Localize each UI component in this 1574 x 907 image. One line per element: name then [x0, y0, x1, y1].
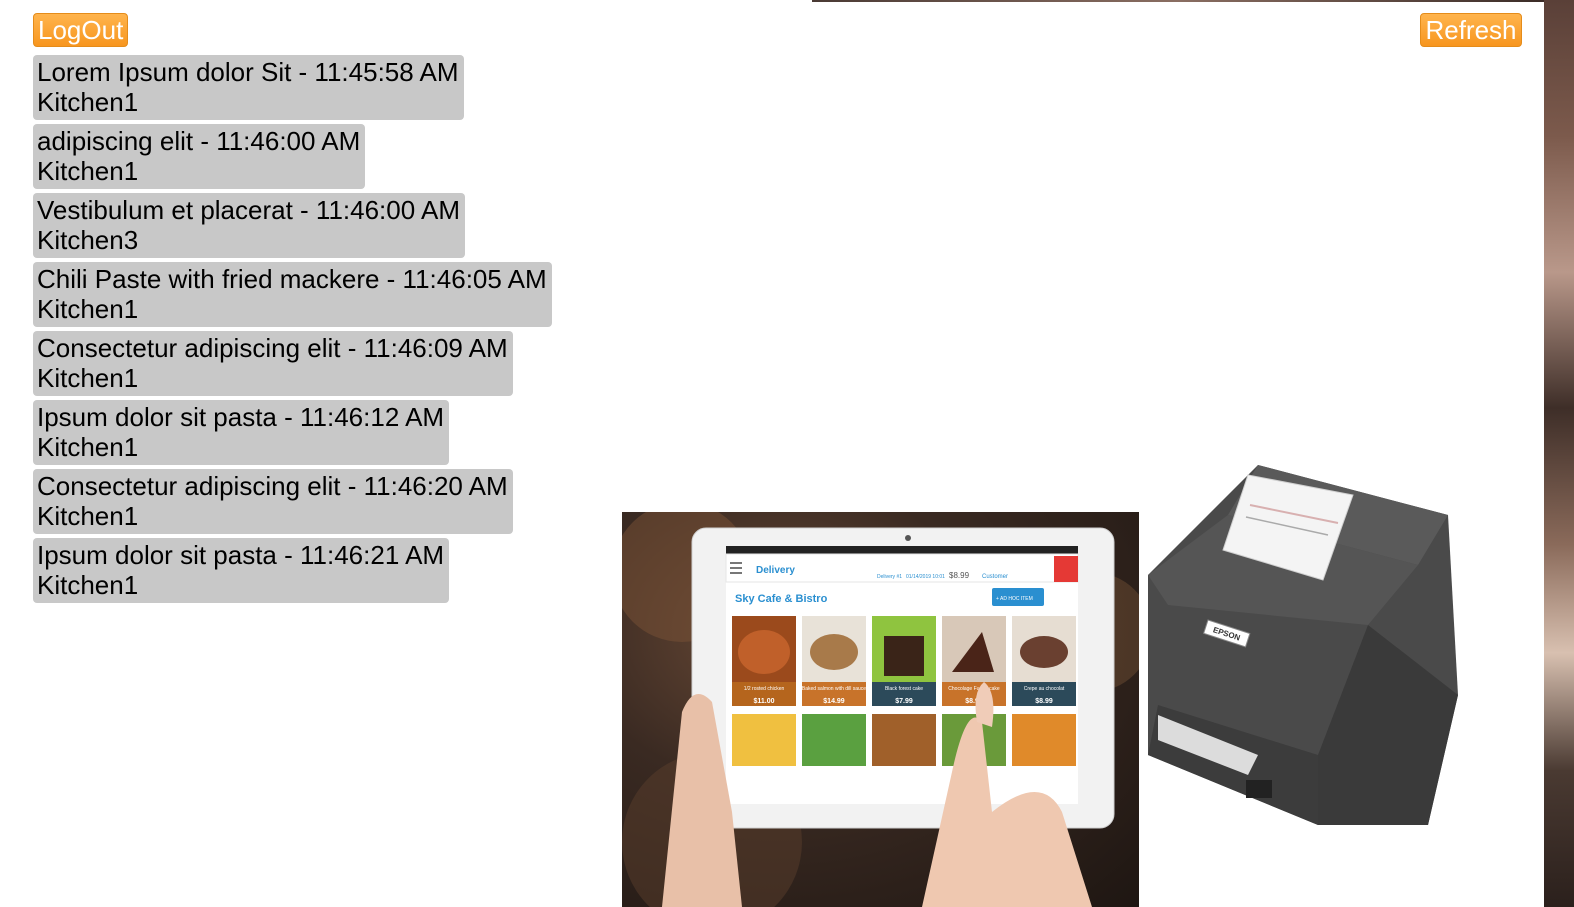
- menu-item-name: Baked salmon with dill sauce: [802, 686, 866, 692]
- order-item[interactable]: adipiscing elit - 11:46:00 AM Kitchen1: [33, 124, 366, 189]
- menu-item-name: Black forest cake: [885, 686, 923, 692]
- order-item[interactable]: Consectetur adipiscing elit - 11:46:09 A…: [33, 331, 513, 396]
- order-kitchen: Kitchen1: [37, 363, 139, 393]
- order-item[interactable]: Vestibulum et placerat - 11:46:00 AM Kit…: [33, 193, 465, 258]
- menu-item-price: $8.99: [1035, 698, 1053, 705]
- order-list: Lorem Ipsum dolor Sit - 11:45:58 AM Kitc…: [33, 55, 593, 607]
- tab-delivery-number: Delivery #1: [877, 574, 902, 580]
- order-kitchen: Kitchen1: [37, 432, 139, 462]
- background-photo-edge: [1544, 0, 1574, 907]
- order-item[interactable]: Lorem Ipsum dolor Sit - 11:45:58 AM Kitc…: [33, 55, 464, 120]
- order-kitchen: Kitchen1: [37, 501, 139, 531]
- tab-customer: Customer: [982, 574, 1008, 580]
- ad-hoc-button-label: + AD HOC ITEM: [996, 596, 1033, 602]
- receipt-printer-illustration: EPSON: [1148, 465, 1458, 825]
- order-title: Ipsum dolor sit pasta - 11:46:12 AM: [37, 402, 445, 432]
- order-item[interactable]: Consectetur adipiscing elit - 11:46:20 A…: [33, 469, 513, 534]
- order-kitchen: Kitchen3: [37, 225, 139, 255]
- order-title: Vestibulum et placerat - 11:46:00 AM: [37, 195, 460, 225]
- order-title: Chili Paste with fried mackere - 11:46:0…: [37, 264, 547, 294]
- menu-item-name: 1/2 rosted chicken: [744, 686, 785, 692]
- menu-tile: 1/2 rosted chicken $11.00: [732, 616, 796, 706]
- menu-item-name: Crepe au chocolat: [1024, 686, 1065, 692]
- menu-tile: Chocolage Fudge cake $8.99: [942, 616, 1006, 706]
- order-title: Consectetur adipiscing elit - 11:46:09 A…: [37, 333, 508, 363]
- order-title: Consectetur adipiscing elit - 11:46:20 A…: [37, 471, 508, 501]
- refresh-button[interactable]: Refresh: [1420, 13, 1522, 47]
- tab-delivery: Delivery: [756, 565, 795, 576]
- top-decor-line: [812, 0, 1544, 2]
- order-kitchen: Kitchen1: [37, 87, 139, 117]
- menu-tile: Black forest cake $7.99: [872, 616, 936, 706]
- tab-datetime: 01/14/2019 10:01: [906, 574, 945, 580]
- order-title: Lorem Ipsum dolor Sit - 11:45:58 AM: [37, 57, 459, 87]
- logout-button[interactable]: LogOut: [33, 13, 128, 47]
- tab-amount: $8.99: [949, 571, 970, 580]
- menu-item-price: $11.00: [753, 698, 774, 705]
- menu-item-price: $7.99: [895, 698, 913, 705]
- menu-item-price: $14.99: [823, 698, 845, 705]
- order-kitchen: Kitchen1: [37, 156, 139, 186]
- order-kitchen: Kitchen1: [37, 570, 139, 600]
- order-item[interactable]: Ipsum dolor sit pasta - 11:46:21 AM Kitc…: [33, 538, 450, 603]
- order-item[interactable]: Chili Paste with fried mackere - 11:46:0…: [33, 262, 552, 327]
- menu-tile: Baked salmon with dill sauce $14.99: [802, 616, 866, 706]
- tablet-svg: Delivery Delivery #1 01/14/2019 10:01 $8…: [622, 512, 1139, 907]
- order-title: adipiscing elit - 11:46:00 AM: [37, 126, 361, 156]
- menu-tile: Crepe au chocolat $8.99: [1012, 616, 1076, 706]
- order-title: Ipsum dolor sit pasta - 11:46:21 AM: [37, 540, 445, 570]
- restaurant-name: Sky Cafe & Bistro: [735, 593, 828, 605]
- menu-item-name: Chocolage Fudge cake: [948, 686, 1000, 692]
- order-item[interactable]: Ipsum dolor sit pasta - 11:46:12 AM Kitc…: [33, 400, 450, 465]
- order-kitchen: Kitchen1: [37, 294, 139, 324]
- tablet-pos-illustration: Delivery Delivery #1 01/14/2019 10:01 $8…: [622, 512, 1139, 907]
